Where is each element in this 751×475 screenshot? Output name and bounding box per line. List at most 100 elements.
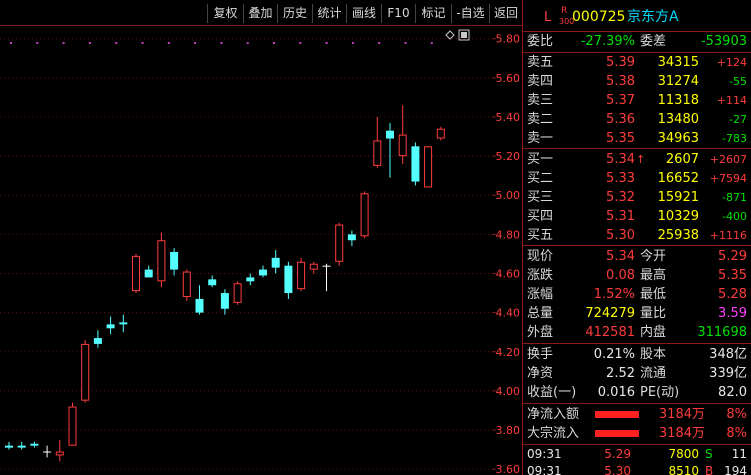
ask-change: -783 <box>722 132 747 145</box>
bid-row[interactable]: 买二 5.33 16652 +7594 <box>523 169 751 188</box>
xianjia-label: 现价 <box>527 249 554 264</box>
ask-volume: 31274 <box>657 74 699 89</box>
diamond-icon[interactable] <box>445 30 455 40</box>
price-tick-label: 3.80 <box>496 424 521 437</box>
waipan-label: 外盘 <box>527 325 554 340</box>
bid-change: -871 <box>722 191 747 204</box>
ask-price: 5.37 <box>606 93 635 108</box>
kline-chart[interactable] <box>0 27 492 475</box>
zuigao-label: 最高 <box>640 268 667 283</box>
flow-row: 大宗流入 3184万 8% <box>523 424 751 443</box>
ask-volume: 11318 <box>657 93 699 108</box>
candle-body <box>81 343 90 401</box>
ask-label: 卖二 <box>527 112 554 127</box>
flow-row: 净流入额 3184万 8% <box>523 405 751 424</box>
ask-row[interactable]: 卖三 5.37 11318 +114 <box>523 91 751 110</box>
quote-row: 涨跌 0.08 最高 5.35 <box>523 266 751 285</box>
candle <box>68 402 77 446</box>
tick-extra: 194 <box>724 464 747 475</box>
ask-row[interactable]: 卖一 5.35 34963 -783 <box>523 129 751 148</box>
price-tick-label: 4.20 <box>496 346 521 359</box>
candle <box>208 275 217 288</box>
candle-body <box>93 338 102 344</box>
candle-body <box>297 261 306 290</box>
candle-body <box>68 406 77 446</box>
candle <box>55 439 64 462</box>
candle-body <box>271 257 280 268</box>
ask-change: -27 <box>729 113 747 126</box>
jingzi-value: 2.52 <box>606 366 635 381</box>
fuquan-button[interactable]: 复权 <box>207 4 243 23</box>
flow-bar <box>595 430 639 437</box>
price-tick-label: 3.60 <box>496 463 521 475</box>
stock-name: 京东方A <box>627 9 679 25</box>
quote-row: 外盘 412581 内盘 311698 <box>523 323 751 342</box>
candle-body <box>17 445 26 448</box>
stock-code: 000725 <box>572 9 626 25</box>
ask-volume: 34963 <box>657 131 699 146</box>
price-axis: 5.80 5.60 5.40 5.20 5.00 4.80 4.60 4.40 4.20 4.00… <box>492 33 521 475</box>
waipan-value: 412581 <box>585 325 635 340</box>
fund-row: 收益(一) 0.016 PE(动) 82.0 <box>523 383 751 402</box>
candle <box>322 263 331 292</box>
shouyi-label: 收益(一) <box>527 385 577 400</box>
candle-body <box>182 271 191 297</box>
bid-row[interactable]: 买一 5.34 ↑ 2607 +2607 <box>523 150 751 169</box>
tick-side: B <box>705 464 714 475</box>
candle <box>132 253 140 294</box>
bid-row[interactable]: 买三 5.32 15921 -871 <box>523 188 751 207</box>
ask-price: 5.36 <box>606 112 635 127</box>
jinkai-label: 今开 <box>640 249 667 264</box>
ask-change: +124 <box>716 56 747 69</box>
tick-volume: 7800 <box>668 447 699 461</box>
price-tick-label: 5.00 <box>496 189 521 202</box>
ask-row[interactable]: 卖四 5.38 31274 -55 <box>523 72 751 91</box>
price-tick-label: 4.80 <box>496 228 521 241</box>
bid-price: 5.34 <box>606 152 635 167</box>
history-button[interactable]: 历史 <box>277 4 312 23</box>
bid-change: -400 <box>722 210 747 223</box>
candle-body <box>30 443 39 446</box>
bid-change: +1116 <box>709 229 747 242</box>
candle <box>220 289 229 315</box>
price-tick-label: 4.00 <box>496 385 521 398</box>
bid-row[interactable]: 买四 5.31 10329 -400 <box>523 207 751 226</box>
liutong-label: 流通 <box>640 366 667 381</box>
bid-row[interactable]: 买五 5.30 25938 +1116 <box>523 226 751 245</box>
ask-label: 卖五 <box>527 55 554 70</box>
weibi-value: -27.39% <box>580 34 635 49</box>
candle-body <box>360 193 369 237</box>
candle <box>43 445 52 458</box>
mark-button[interactable]: 标记 <box>415 4 451 23</box>
draw-line-button[interactable]: 画线 <box>346 4 381 23</box>
candle <box>182 269 191 301</box>
weibi-label: 委比 <box>527 34 554 49</box>
price-tick-label: 5.60 <box>496 72 521 85</box>
price-tick-label: 4.60 <box>496 267 521 280</box>
zuigao-value: 5.35 <box>718 268 747 283</box>
remove-watchlist-button[interactable]: -自选 <box>451 4 489 23</box>
ask-label: 卖三 <box>527 93 554 108</box>
candle-body <box>170 251 179 270</box>
ask-row[interactable]: 卖五 5.39 34315 +124 <box>523 53 751 72</box>
overlay-button[interactable]: 叠加 <box>243 4 277 23</box>
neipan-label: 内盘 <box>640 325 667 340</box>
ask-row[interactable]: 卖二 5.36 13480 -27 <box>523 110 751 129</box>
divider <box>523 444 751 445</box>
zhangdie-value: 0.08 <box>606 268 635 283</box>
flow-bar <box>595 411 639 418</box>
f10-button[interactable]: F10 <box>381 4 415 23</box>
back-button[interactable]: 返回 <box>489 4 522 23</box>
fund-row: 净资 2.52 流通 339亿 <box>523 364 751 383</box>
weicha-label: 委差 <box>640 34 667 49</box>
bid-price: 5.32 <box>606 190 635 205</box>
ask-change: -55 <box>729 75 747 88</box>
candle <box>17 441 26 450</box>
candle <box>398 105 407 164</box>
candle <box>30 441 39 448</box>
marker-dot <box>194 42 197 44</box>
candle <box>259 265 267 278</box>
statistics-button[interactable]: 统计 <box>312 4 346 23</box>
candle <box>271 250 280 274</box>
tick-time: 09:31 <box>527 447 562 461</box>
